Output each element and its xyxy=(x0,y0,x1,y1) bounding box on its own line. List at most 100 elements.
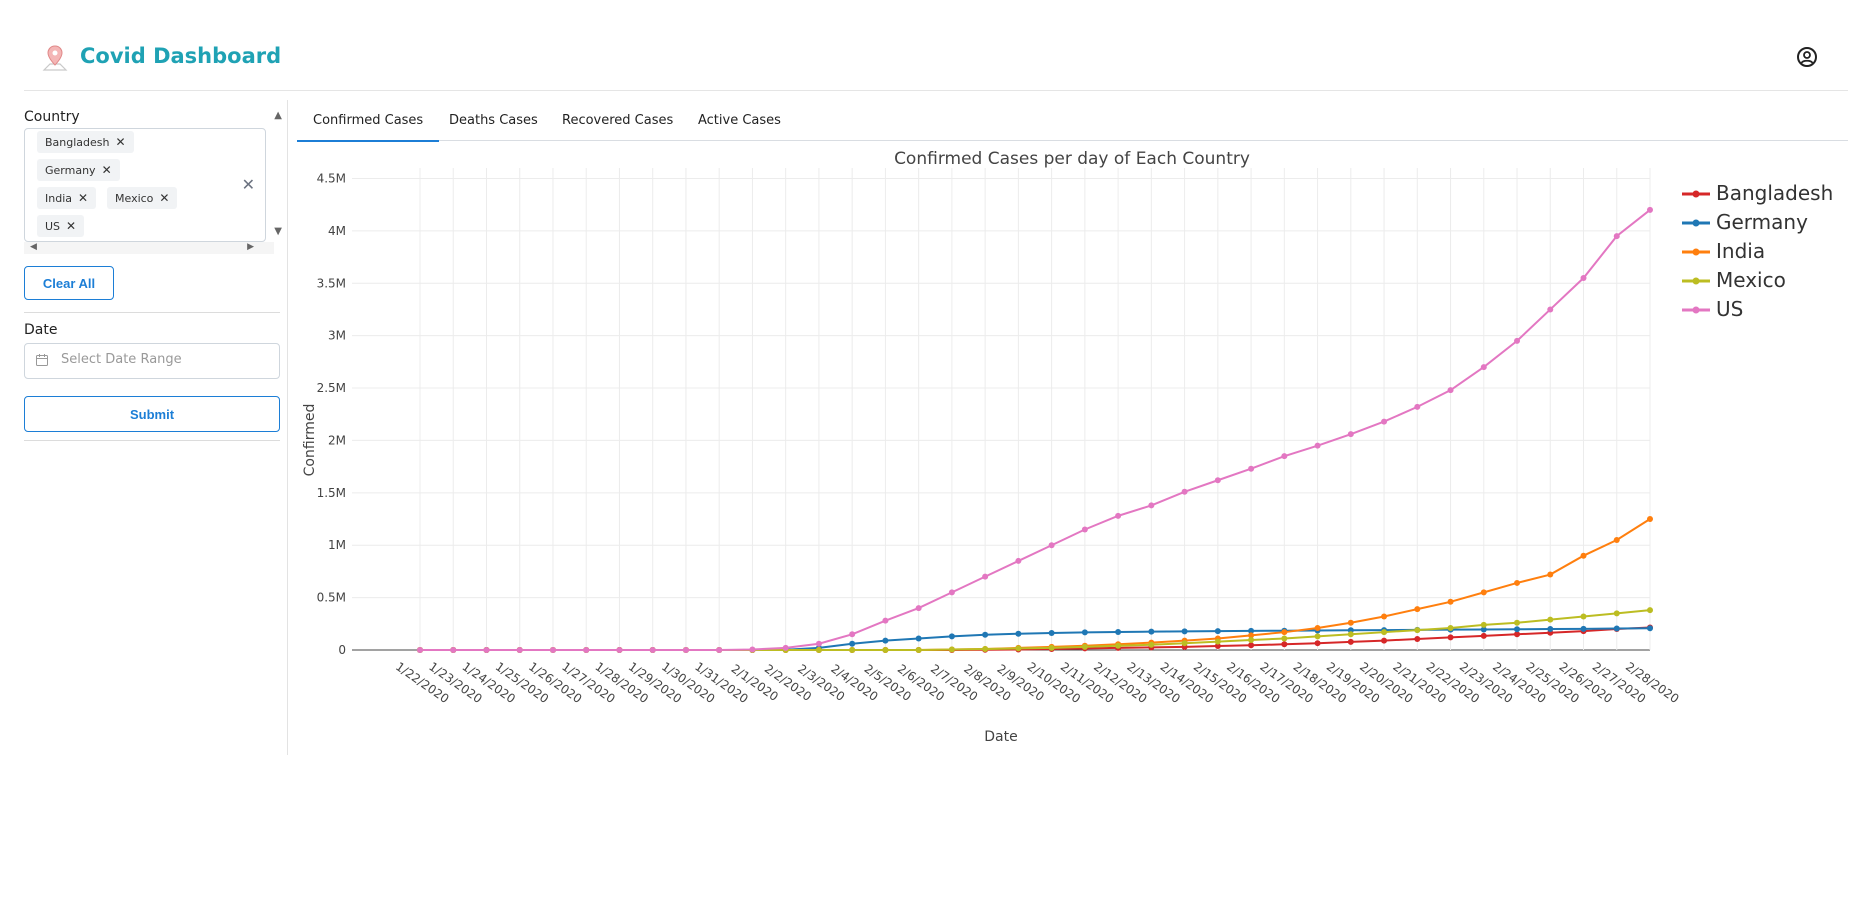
data-point xyxy=(1480,364,1487,371)
scroll-down-icon[interactable]: ▼ xyxy=(274,226,282,237)
data-point xyxy=(1480,632,1487,639)
remove-tag-icon[interactable]: ✕ xyxy=(116,135,126,149)
data-point xyxy=(1048,542,1055,549)
data-point xyxy=(1347,638,1354,645)
legend-label: US xyxy=(1716,297,1743,321)
data-point xyxy=(982,631,989,638)
scroll-left-icon[interactable]: ◀ xyxy=(30,242,37,252)
scroll-right-icon[interactable]: ▶ xyxy=(247,242,254,252)
calendar-icon xyxy=(35,353,49,371)
data-point xyxy=(1381,613,1388,620)
country-tag: India ✕ xyxy=(37,187,97,209)
app-header: Covid Dashboard xyxy=(24,36,1848,86)
remove-tag-icon[interactable]: ✕ xyxy=(159,191,169,205)
legend-marker xyxy=(1692,306,1700,314)
tab-recovered-cases[interactable]: Recovered Cases xyxy=(562,104,673,140)
data-point xyxy=(1381,629,1388,636)
data-point xyxy=(915,605,922,612)
country-tag: Bangladesh ✕ xyxy=(37,131,134,153)
x-axis-label: Date xyxy=(984,729,1017,745)
chart-grid xyxy=(352,168,1651,651)
data-point xyxy=(1447,634,1454,641)
chart-title: Confirmed Cases per day of Each Country xyxy=(894,149,1250,169)
tab-confirmed-cases[interactable]: Confirmed Cases xyxy=(297,104,440,142)
data-point xyxy=(1347,431,1354,438)
y-axis-label: Confirmed xyxy=(302,404,318,477)
remove-tag-icon[interactable]: ✕ xyxy=(102,163,112,177)
date-range-input[interactable]: Select Date Range xyxy=(24,343,280,379)
data-point xyxy=(782,644,789,651)
horizontal-scrollbar[interactable]: ◀ ▶ xyxy=(24,242,274,254)
data-point xyxy=(882,637,889,644)
data-point xyxy=(1480,621,1487,628)
data-point xyxy=(1514,626,1521,633)
data-point xyxy=(1281,635,1288,642)
data-point xyxy=(1414,635,1421,642)
remove-tag-icon[interactable]: ✕ xyxy=(78,191,88,205)
scroll-up-icon[interactable]: ▲ xyxy=(274,110,282,121)
data-point xyxy=(1547,626,1554,633)
data-point xyxy=(1181,628,1188,635)
data-point xyxy=(849,640,856,647)
country-tag-label: Bangladesh xyxy=(45,136,110,149)
data-point xyxy=(1115,642,1122,649)
sidebar-divider-vertical xyxy=(287,100,288,755)
country-tag-label: US xyxy=(45,220,61,233)
data-point xyxy=(1148,641,1155,648)
data-point xyxy=(1414,627,1421,634)
submit-button[interactable]: Submit xyxy=(24,396,280,432)
clear-selection-icon[interactable]: ✕ xyxy=(242,175,255,194)
map-pin-icon xyxy=(40,42,70,74)
country-multiselect[interactable]: Bangladesh ✕ Germany ✕ India ✕ Mexico ✕ US ✕ … xyxy=(24,128,266,242)
y-tick-label: 3M xyxy=(328,329,346,343)
data-point xyxy=(882,647,889,653)
data-point xyxy=(1580,552,1587,559)
legend-marker xyxy=(1692,248,1700,256)
tab-bar: Confirmed Cases Deaths Cases Recovered C… xyxy=(297,104,1848,142)
data-point xyxy=(948,589,955,596)
confirmed-cases-chart: Confirmed Cases per day of Each Country … xyxy=(302,149,1833,745)
clear-all-button[interactable]: Clear All xyxy=(24,266,114,300)
sidebar-divider xyxy=(24,312,280,313)
data-point xyxy=(450,647,457,653)
app-title[interactable]: Covid Dashboard xyxy=(80,44,281,68)
data-point xyxy=(1414,403,1421,410)
legend-marker xyxy=(1692,190,1700,198)
data-point xyxy=(882,617,889,624)
data-point xyxy=(649,647,656,653)
remove-tag-icon[interactable]: ✕ xyxy=(66,219,76,233)
data-point xyxy=(1081,526,1088,533)
data-point xyxy=(1214,477,1221,484)
data-point xyxy=(1314,624,1321,631)
data-point xyxy=(1381,418,1388,425)
country-label: Country xyxy=(24,109,80,125)
data-point xyxy=(1514,619,1521,626)
y-tick-label: 1M xyxy=(328,538,346,552)
y-tick-label: 4M xyxy=(328,224,346,238)
data-point xyxy=(1447,387,1454,394)
data-point xyxy=(1081,629,1088,636)
data-point xyxy=(1613,233,1620,240)
data-point xyxy=(1214,628,1221,635)
tab-deaths-cases[interactable]: Deaths Cases xyxy=(449,104,538,140)
tab-active-cases[interactable]: Active Cases xyxy=(698,104,781,140)
data-point xyxy=(1514,579,1521,586)
data-point xyxy=(982,645,989,652)
data-point xyxy=(1181,488,1188,495)
data-point xyxy=(1447,624,1454,631)
data-point xyxy=(1547,571,1554,578)
user-circle-icon[interactable] xyxy=(1796,46,1818,68)
data-point xyxy=(1148,502,1155,509)
data-point xyxy=(1081,643,1088,650)
data-point xyxy=(1314,633,1321,640)
data-point xyxy=(1248,642,1255,649)
data-point xyxy=(616,647,623,653)
country-tag-label: India xyxy=(45,192,72,205)
y-tick-label: 1.5M xyxy=(317,486,346,500)
data-point xyxy=(1015,630,1022,637)
data-point xyxy=(749,646,756,653)
data-point xyxy=(516,647,523,653)
y-tick-label: 0 xyxy=(338,643,346,657)
data-point xyxy=(1347,631,1354,638)
data-point xyxy=(1347,619,1354,626)
